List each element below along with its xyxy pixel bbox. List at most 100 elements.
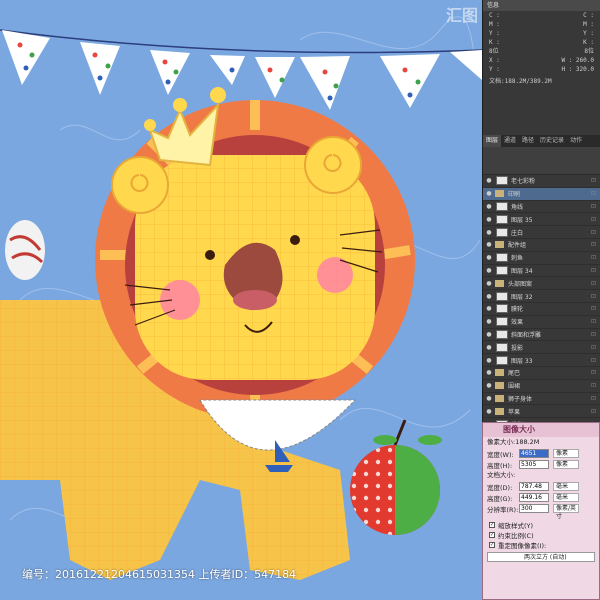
visibility-eye-icon[interactable]: ● xyxy=(485,229,493,236)
lock-icon: ⊡ xyxy=(590,394,596,402)
layer-name: 狮子身体 xyxy=(508,395,533,403)
scale-styles-checkbox[interactable]: ✓ 缩放样式(Y) xyxy=(483,520,599,530)
resample-checkbox[interactable]: ✓ 重定图像像素(I): xyxy=(483,540,599,550)
doc-height-input[interactable] xyxy=(519,493,549,502)
visibility-eye-icon[interactable]: ● xyxy=(485,357,493,364)
folder-icon xyxy=(495,382,504,390)
resolution-row: 分辨率(R): 像素/英寸 xyxy=(483,503,599,520)
info-right-value: 8位 xyxy=(584,48,594,55)
right-ear xyxy=(304,136,362,194)
left-ear xyxy=(111,156,169,214)
layer-item[interactable]: ● 尾巴 ⊡ xyxy=(483,367,600,380)
resample-label: 重定图像像素(I): xyxy=(498,542,547,550)
info-right-value: K : xyxy=(583,39,594,46)
constrain-proportions-checkbox[interactable]: ✓ 约束比例(C) xyxy=(483,530,599,540)
pixel-height-input[interactable] xyxy=(519,460,549,469)
pixel-width-input[interactable] xyxy=(519,449,549,458)
visibility-eye-icon[interactable]: ● xyxy=(485,382,493,389)
layer-name: 刺鱼 xyxy=(511,255,524,263)
visibility-eye-icon[interactable]: ● xyxy=(485,318,493,325)
layer-thumbnail xyxy=(496,317,508,327)
visibility-eye-icon[interactable]: ● xyxy=(485,344,493,351)
lock-icon: ⊡ xyxy=(590,279,596,287)
layer-item[interactable]: ● 图层 34 ⊡ xyxy=(483,265,600,278)
resolution-input[interactable] xyxy=(519,504,549,513)
folder-icon xyxy=(495,407,504,415)
visibility-eye-icon[interactable]: ● xyxy=(485,203,493,210)
layer-thumbnail xyxy=(496,176,508,186)
layer-item[interactable]: ● 角线 ⊡ xyxy=(483,201,600,214)
layer-thumbnail xyxy=(496,214,508,224)
layer-item[interactable]: ● 效果 ⊡ xyxy=(483,316,600,329)
info-row: 8位 8位 xyxy=(483,47,600,56)
doc-width-row: 宽度(D): 毫米 xyxy=(483,481,599,492)
tab-1[interactable]: 通道 xyxy=(501,135,519,147)
visibility-eye-icon[interactable]: ● xyxy=(485,331,493,338)
image-size-dialog: 图像大小 像素大小:188.2M 宽度(W): 像素 高度(H): 像素 文档大… xyxy=(482,422,600,600)
visibility-eye-icon[interactable]: ● xyxy=(485,267,493,274)
visibility-eye-icon[interactable]: ● xyxy=(485,177,493,184)
layer-item[interactable]: ● 刺鱼 ⊡ xyxy=(483,252,600,265)
layer-item[interactable]: ● 膜轮 ⊡ xyxy=(483,303,600,316)
layer-item[interactable]: ● 配件组 ⊡ xyxy=(483,239,600,252)
right-eye xyxy=(290,235,300,245)
tab-3[interactable]: 历史记录 xyxy=(537,135,567,147)
layer-thumbnail xyxy=(496,201,508,211)
visibility-eye-icon[interactable]: ● xyxy=(485,369,493,376)
info-row: X : W : 260.0 xyxy=(483,56,600,65)
layer-name: 图层 34 xyxy=(511,267,533,275)
info-tab[interactable]: 信息 xyxy=(483,0,600,11)
pixel-height-row: 高度(H): 像素 xyxy=(483,459,599,470)
document-canvas[interactable]: 汇图 xyxy=(0,0,482,600)
pixel-width-unit[interactable]: 像素 xyxy=(553,449,579,458)
check-mark-icon: ✓ xyxy=(489,532,495,538)
layer-item[interactable]: ● 图层 35 ⊡ xyxy=(483,213,600,227)
layer-name: 头部图案 xyxy=(508,280,533,288)
resolution-unit[interactable]: 像素/英寸 xyxy=(553,504,579,520)
layer-thumbnail xyxy=(496,342,508,352)
tab-4[interactable]: 动作 xyxy=(567,135,585,147)
layer-name: 配件组 xyxy=(508,242,527,250)
pixel-height-unit[interactable]: 像素 xyxy=(553,460,579,469)
layer-item[interactable]: ● 斜面和浮雕 ⊡ xyxy=(483,329,600,342)
visibility-eye-icon[interactable]: ● xyxy=(485,241,493,248)
layer-item[interactable]: ● 老七彩粉 ⊡ xyxy=(483,175,600,188)
layer-item[interactable]: ● 图层 32 ⊡ xyxy=(483,290,600,303)
info-right-value: W : 260.0 xyxy=(561,57,594,64)
layer-item[interactable]: ● 印刷 ⊡ xyxy=(483,187,600,201)
scale-styles-label: 缩放样式(Y) xyxy=(498,522,534,530)
info-right-value: M : xyxy=(583,21,594,28)
tab-2[interactable]: 路径 xyxy=(519,135,537,147)
lock-icon: ⊡ xyxy=(590,241,596,249)
visibility-eye-icon[interactable]: ● xyxy=(485,408,493,415)
info-right-value: H : 320.0 xyxy=(561,66,594,73)
visibility-eye-icon[interactable]: ● xyxy=(485,190,493,197)
dialog-title: 图像大小 xyxy=(483,423,599,437)
visibility-eye-icon[interactable]: ● xyxy=(485,395,493,402)
doc-width-input[interactable] xyxy=(519,482,549,491)
lock-icon: ⊡ xyxy=(590,305,596,313)
layer-name: 图层 33 xyxy=(511,357,533,365)
check-mark-icon: ✓ xyxy=(489,522,495,528)
layer-item[interactable]: ● 投影 ⊡ xyxy=(483,341,600,355)
info-left-value: K : xyxy=(489,39,500,46)
visibility-eye-icon[interactable]: ● xyxy=(485,280,493,287)
visibility-eye-icon[interactable]: ● xyxy=(485,254,493,261)
doc-height-unit[interactable]: 毫米 xyxy=(553,493,579,502)
folder-icon xyxy=(495,394,504,402)
visibility-eye-icon[interactable]: ● xyxy=(485,293,493,300)
layer-item[interactable]: ● 图层 33 ⊡ xyxy=(483,354,600,367)
layer-item[interactable]: ● 苹果 ⊡ xyxy=(483,405,600,419)
doc-width-unit[interactable]: 毫米 xyxy=(553,482,579,491)
resample-method-select[interactable]: 两次立方 (自动) xyxy=(487,552,595,562)
visibility-eye-icon[interactable]: ● xyxy=(485,305,493,312)
layer-item[interactable]: ● 围裙 ⊡ xyxy=(483,380,600,393)
layer-item[interactable]: ● 头部图案 ⊡ xyxy=(483,277,600,291)
layer-name: 围裙 xyxy=(508,383,521,391)
layer-name: 庄白 xyxy=(511,229,524,237)
layer-item[interactable]: ● 狮子身体 ⊡ xyxy=(483,393,600,406)
tab-0[interactable]: 图层 xyxy=(483,135,502,147)
doc-height-label: 高度(G): xyxy=(487,494,513,503)
visibility-eye-icon[interactable]: ● xyxy=(485,216,493,223)
layer-item[interactable]: ● 庄白 ⊡ xyxy=(483,226,600,239)
